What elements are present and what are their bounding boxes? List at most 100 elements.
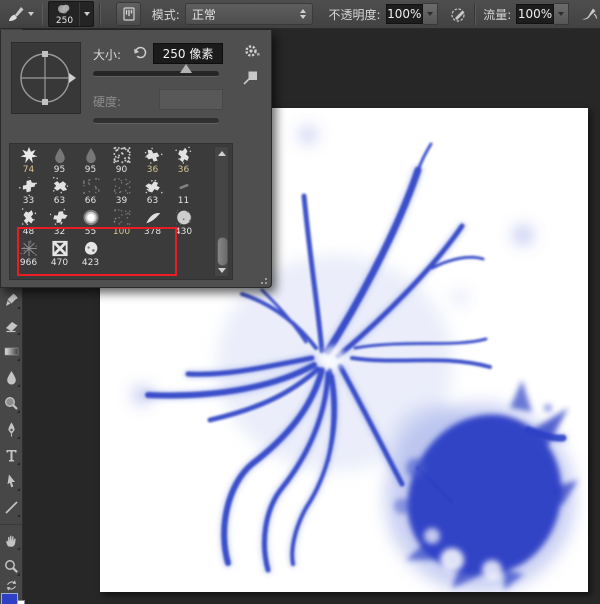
brush-size-label: 33 [22,196,35,206]
blur-icon [6,370,16,384]
brush-preset-430-17[interactable]: 430 [168,208,199,239]
options-bar: 250 模式: 正常 不透明度: 100% 流量: 100% [0,0,600,29]
brush-preset-picker[interactable]: 250 [48,1,95,27]
tool-blur[interactable] [0,364,22,390]
brush-shape-icon [112,146,132,165]
flow-label: 流量: [483,7,512,22]
brush-preset-95-1[interactable]: 95 [44,146,75,177]
scroll-down-icon[interactable] [215,264,228,276]
brush-preset-95-2[interactable]: 95 [75,146,106,177]
photoshop-window: 250 模式: 正常 不透明度: 100% 流量: 100% 大小: 250 像… [0,0,600,604]
pressure-opacity-button[interactable] [447,2,469,26]
brush-preset-66-8[interactable]: 66 [75,177,106,208]
opacity-input[interactable]: 100% [385,4,423,24]
tool-gradient[interactable] [0,338,22,364]
subtool-arrow-icon [17,514,20,517]
brush-size-label: 95 [53,165,66,175]
brush-preset-470-19[interactable]: 470 [44,239,75,270]
brush-size-label: 378 [143,227,162,237]
brush-preset-378-16[interactable]: 378 [137,208,168,239]
brush-preset-dropdown-arrow[interactable] [79,2,93,26]
brush-preset-panel: 大小: 250 像素 硬度: 74 95 95 90 36 36 33 63 6… [0,30,272,288]
brush-preset-74-0[interactable]: 74 [13,146,44,177]
subtool-arrow-icon [17,436,20,439]
brush-size-label: 74 [22,165,35,175]
hardness-label: 硬度: [93,95,122,109]
brush-preset-11-11[interactable]: 11 [168,177,199,208]
brush-preset-48-12[interactable]: 48 [13,208,44,239]
chevron-down-icon [83,12,90,16]
scrollbar-thumb[interactable] [217,237,228,266]
brush-shape-icon [112,208,132,227]
panel-menu-button[interactable] [243,43,261,61]
mode-label: 模式: [151,7,180,22]
brush-preset-39-9[interactable]: 39 [106,177,137,208]
brush-size-label: 100 [112,227,131,237]
brush-preset-32-13[interactable]: 32 [44,208,75,239]
subtool-arrow-icon [17,573,20,576]
tool-path-selection[interactable] [0,468,22,494]
size-slider-thumb[interactable] [180,64,192,73]
tool-eraser[interactable] [0,312,22,338]
brush-angle-control[interactable] [11,42,81,114]
tool-pen[interactable] [0,416,22,442]
tool-zoom[interactable] [0,553,22,579]
brush-preset-63-7[interactable]: 63 [44,177,75,208]
airbrush-button[interactable] [578,2,600,26]
brush-preset-33-6[interactable]: 33 [13,177,44,208]
type-icon [6,449,16,461]
line-icon [4,500,18,514]
foreground-color-swatch[interactable] [1,593,18,604]
brush-preset-966-18[interactable]: 966 [13,239,44,270]
brush-preset-100-15[interactable]: 100 [106,208,137,239]
subtool-arrow-icon [17,332,20,335]
brush-preset-423-20[interactable]: 423 [75,239,106,270]
blend-mode-select[interactable]: 正常 [184,3,313,25]
updown-arrows-icon [299,9,306,19]
brush-preset-55-14[interactable]: 55 [75,208,106,239]
reset-arrow-icon [134,46,147,59]
panel-resize-grip[interactable] [257,274,267,284]
path-selection-icon [7,474,15,487]
new-brush-preset-button[interactable] [242,69,260,87]
subtool-arrow-icon [17,462,20,465]
tool-line[interactable] [0,494,22,520]
brush-preset-63-10[interactable]: 63 [137,177,168,208]
chevron-down-icon [28,12,35,16]
brush-preset-90-3[interactable]: 90 [106,146,137,177]
brush-size-label: 36 [146,165,159,175]
brush-size-input[interactable]: 250 像素 [153,43,223,64]
tool-dodge[interactable] [0,390,22,416]
scroll-up-icon[interactable] [215,147,228,159]
opacity-label: 不透明度: [328,7,381,22]
brush-grid: 74 95 95 90 36 36 33 63 66 39 63 11 48 32 55 100 378 430 9… [9,143,233,280]
brush-shape-icon [81,208,101,227]
hardness-slider-disabled [93,118,219,124]
airbrush-icon [581,8,597,19]
brush-size-label: 423 [81,258,100,268]
brush-size-label: 90 [115,165,128,175]
brush-preset-36-5[interactable]: 36 [168,146,199,177]
flow-dropdown-arrow[interactable] [553,3,569,25]
brush-preset-36-4[interactable]: 36 [137,146,168,177]
flow-input[interactable]: 100% [516,4,554,24]
opacity-dropdown-arrow[interactable] [422,3,438,25]
tool-history-brush[interactable] [0,286,22,312]
brush-shape-icon [19,208,39,227]
chevron-down-icon [426,12,433,16]
brush-size-label: 430 [174,227,193,237]
tool-hand[interactable] [0,527,22,553]
brush-grid-scrollbar[interactable] [214,146,229,277]
eraser-icon [5,321,17,332]
tool-preset-picker[interactable] [3,2,37,26]
tool-group-separator [0,520,22,525]
toggle-brush-panel-button[interactable] [116,2,141,26]
tool-type[interactable] [0,442,22,468]
brush-shape-icon [18,177,39,196]
size-slider[interactable] [93,64,219,77]
swap-colors-button[interactable] [0,579,22,592]
chevron-down-icon [557,12,564,16]
reset-size-button[interactable] [131,44,149,62]
brush-shape-icon [81,177,101,196]
zoom-icon [4,559,18,573]
